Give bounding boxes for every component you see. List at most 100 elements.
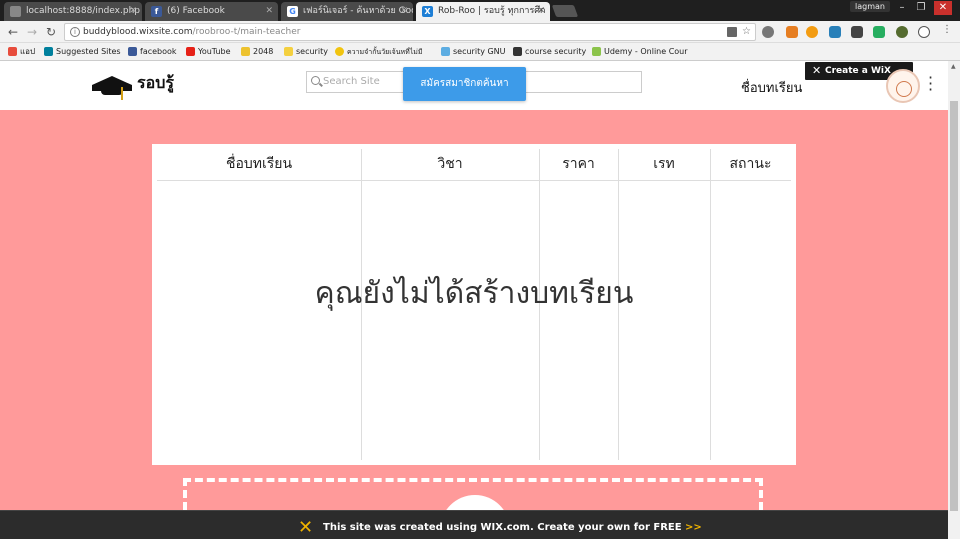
extension-icon[interactable] <box>851 26 863 38</box>
address-bar[interactable]: i buddyblood.wixsite.com/roobroo-t/main-… <box>64 23 756 41</box>
bookmarks-bar: แอป Suggested Sites facebook YouTube 204… <box>0 43 960 61</box>
facebook-icon: f <box>151 6 162 17</box>
wix-logo-icon: ✕ <box>298 517 314 538</box>
site-header: รอบรู้ Search Site สมัครสมาชิกตค้นหา ชื่… <box>0 61 948 110</box>
scroll-up-icon[interactable]: ▲ <box>951 63 956 70</box>
window-close-icon[interactable]: ✕ <box>934 1 952 15</box>
close-icon[interactable]: ✕ <box>265 2 273 21</box>
bookmark-label: Udemy - Online Cour <box>604 47 688 56</box>
address-toolbar: ← → ↻ i buddyblood.wixsite.com/roobroo-t… <box>0 21 960 43</box>
google-icon: G <box>287 6 298 17</box>
wix-logo-icon: ✕ <box>812 64 822 77</box>
link-icon <box>441 47 450 56</box>
nav-lessons-link[interactable]: ชื่อบทเรียน <box>741 77 802 98</box>
bookmark-label: facebook <box>140 47 177 56</box>
bookmark-label: YouTube <box>198 47 231 56</box>
minimize-icon[interactable]: – <box>893 1 911 15</box>
url-path: /roobroo-t/main-teacher <box>192 27 301 37</box>
translate-icon[interactable] <box>727 27 737 37</box>
download-extension-icon[interactable] <box>786 26 798 38</box>
wix-icon: X <box>422 6 433 17</box>
tab-title: เฟอร์นิเจอร์ - ค้นหาด้วย Goo <box>303 6 413 16</box>
footer-message: This site was created using WIX.com. Cre… <box>323 522 682 533</box>
bookmark-facebook[interactable]: facebook <box>128 43 177 61</box>
bookmark-star-icon[interactable]: ☆ <box>742 24 751 40</box>
bookmark-label: Suggested Sites <box>56 47 121 56</box>
page-icon <box>10 6 21 17</box>
search-placeholder: Search Site <box>323 76 380 87</box>
bookmark-label: security <box>296 47 328 56</box>
tab-title: localhost:8888/index.php <box>26 6 140 16</box>
wix-badge-label: Create a WiX site! <box>825 66 891 94</box>
bookmark-udemy[interactable]: Udemy - Online Cour <box>592 43 688 61</box>
tab-facebook[interactable]: f (6) Facebook ✕ <box>145 2 278 21</box>
signup-button[interactable]: สมัครสมาชิกตค้นหา <box>403 67 526 101</box>
tab-strip: localhost:8888/index.php ✕ f (6) Faceboo… <box>0 0 960 21</box>
browser-window: localhost:8888/index.php ✕ f (6) Faceboo… <box>0 0 960 539</box>
tab-google[interactable]: G เฟอร์นิเจอร์ - ค้นหาด้วย Goo ✕ <box>281 2 413 21</box>
footer-arrows: >> <box>685 522 702 533</box>
bookmark-memory[interactable]: ความจำกั้นวัยเจ้นหที่ไม่มี <box>335 43 423 61</box>
extension-icon[interactable] <box>918 26 930 38</box>
bookmark-apps[interactable]: แอป <box>8 43 35 61</box>
bookmark-icon <box>513 47 522 56</box>
extension-icon[interactable] <box>829 26 841 38</box>
profile-button[interactable]: lagman <box>850 1 890 12</box>
info-icon[interactable]: i <box>70 27 80 37</box>
tab-title: (6) Facebook <box>167 6 225 16</box>
close-icon[interactable]: ✕ <box>537 2 545 21</box>
reload-icon[interactable]: ↻ <box>43 24 59 40</box>
lessons-table: ชื่อบทเรียน วิชา ราคา เรท สถานะ คุณยังไม… <box>152 144 796 465</box>
apps-icon <box>8 47 17 56</box>
wix-footer-banner[interactable]: ✕ This site was created using WIX.com. C… <box>0 510 948 539</box>
extension-new-icon[interactable] <box>873 26 885 38</box>
page-scrollbar[interactable]: ▲ <box>948 61 960 539</box>
forward-icon[interactable]: → <box>24 24 40 40</box>
bookmark-label: course security <box>525 47 587 56</box>
scrollbar-thumb[interactable] <box>950 101 958 511</box>
emoji-icon <box>335 47 344 56</box>
bookmark-youtube[interactable]: YouTube <box>186 43 231 61</box>
tab-localhost[interactable]: localhost:8888/index.php ✕ <box>4 2 142 21</box>
empty-state-message: คุณยังไม่ได้สร้างบทเรียน <box>314 276 634 311</box>
bookmark-course-security[interactable]: course security <box>513 43 586 61</box>
bookmark-suggested[interactable]: Suggested Sites <box>44 43 121 61</box>
bookmark-label: ความจำกั้นวัยเจ้นหที่ไม่มี <box>347 48 423 56</box>
column-header-status: สถานะ <box>729 156 772 172</box>
tab-robroo[interactable]: X Rob-Roo | รอบรู้ ทุกการศึก ✕ <box>416 2 550 21</box>
udemy-icon <box>592 47 601 56</box>
folder-icon <box>284 47 293 56</box>
graduation-cap-icon[interactable] <box>92 70 132 100</box>
new-tab-button[interactable] <box>551 5 579 17</box>
column-header-subject: วิชา <box>437 156 463 172</box>
chrome-menu-icon[interactable]: ⋮ <box>942 25 952 38</box>
table-header: ชื่อบทเรียน วิชา ราคา เรท สถานะ <box>157 149 791 181</box>
wix-footer-text[interactable]: This site was created using WIX.com. Cre… <box>323 513 702 539</box>
bookmark-security[interactable]: security <box>284 43 328 61</box>
site-logo-text[interactable]: รอบรู้ <box>137 71 174 96</box>
close-icon[interactable]: ✕ <box>129 2 137 21</box>
back-icon[interactable]: ← <box>5 24 21 40</box>
bookmark-security-gnu[interactable]: security GNU <box>441 43 506 61</box>
extension-icon[interactable] <box>762 26 774 38</box>
bookmark-label: 2048 <box>253 47 274 56</box>
search-icon <box>311 76 320 85</box>
2048-icon <box>241 47 250 56</box>
facebook-icon <box>128 47 137 56</box>
main-content: ชื่อบทเรียน วิชา ราคา เรท สถานะ คุณยังไม… <box>0 110 948 539</box>
close-icon[interactable]: ✕ <box>400 2 408 21</box>
avatar[interactable] <box>886 69 920 103</box>
more-menu-icon[interactable]: · · · <box>928 70 933 98</box>
bing-icon <box>44 47 53 56</box>
column-header-lesson: ชื่อบทเรียน <box>225 156 293 172</box>
tab-title: Rob-Roo | รอบรู้ ทุกการศึก <box>438 6 546 16</box>
bookmark-label: แอป <box>20 47 36 56</box>
extension-icon[interactable] <box>896 26 908 38</box>
extension-icon[interactable] <box>806 26 818 38</box>
bookmark-label: security GNU <box>453 47 506 56</box>
restore-icon[interactable]: ❐ <box>912 1 930 15</box>
bookmark-2048[interactable]: 2048 <box>241 43 273 61</box>
column-header-rate: เรท <box>653 156 675 172</box>
youtube-icon <box>186 47 195 56</box>
column-header-price: ราคา <box>562 156 595 172</box>
